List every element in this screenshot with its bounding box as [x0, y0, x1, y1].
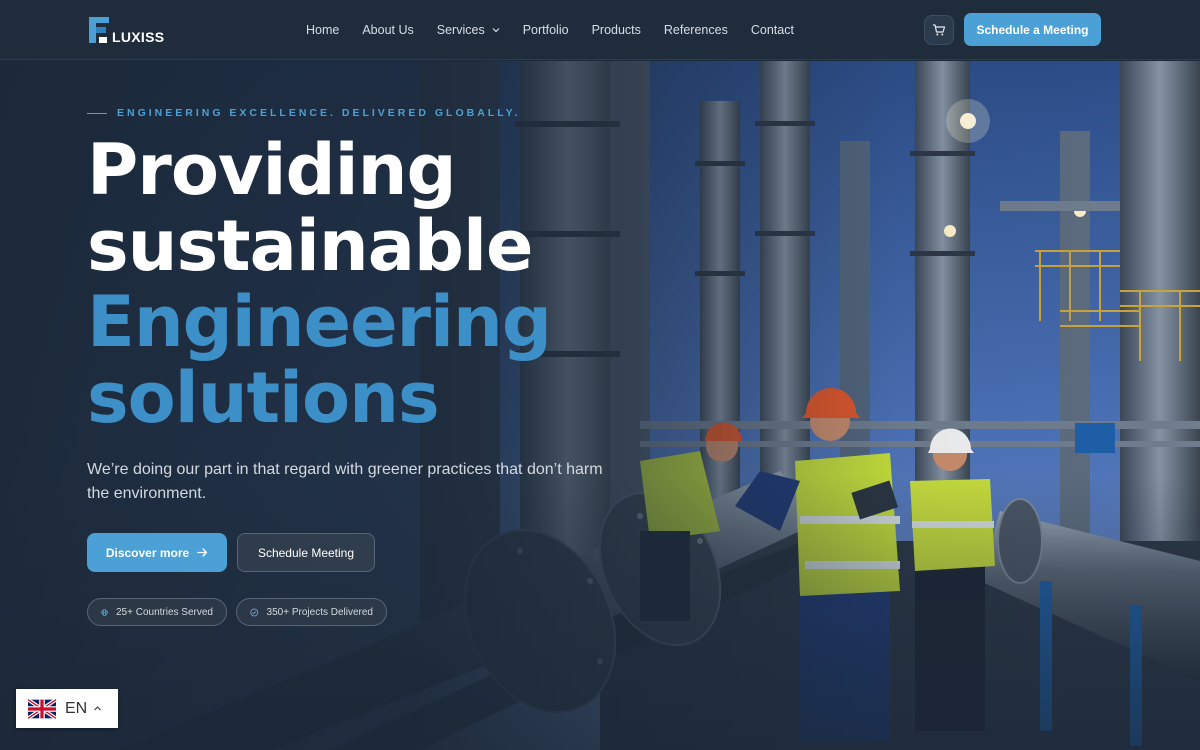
stat-badge-countries: 25+ Countries Served — [87, 598, 227, 626]
nav-item-references[interactable]: References — [664, 23, 728, 37]
uk-flag-icon — [28, 698, 56, 719]
nav-label: Contact — [750, 23, 794, 37]
main-nav: Home About Us Services Portfolio Product… — [306, 0, 817, 60]
site-header: LUXISS Home About Us Services Portfolio … — [0, 0, 1200, 60]
stat-label: 350+ Projects Delivered — [266, 606, 373, 618]
chevron-up-icon — [94, 706, 102, 711]
headline-line-4: solutions — [87, 357, 440, 439]
logo-text: LUXISS — [112, 29, 165, 45]
headline-line-1: Providing — [87, 129, 457, 211]
nav-label: Services — [436, 23, 485, 37]
chevron-down-icon — [492, 28, 500, 33]
eyebrow-text: ENGINEERING EXCELLENCE. DELIVERED GLOBAL… — [117, 107, 521, 119]
nav-label: Portfolio — [522, 23, 569, 37]
nav-label: Products — [591, 23, 641, 37]
hero-subtext: We’re doing our part in that regard with… — [87, 461, 603, 502]
check-circle-icon — [250, 608, 259, 616]
logo-mark-icon — [87, 15, 111, 45]
nav-item-contact[interactable]: Contact — [751, 23, 794, 37]
eyebrow-divider — [87, 112, 107, 114]
headline-line-3: Engineering — [87, 281, 552, 363]
headline-line-2: sustainable — [87, 205, 534, 287]
hero-headline: Providing sustainable Engineering soluti… — [87, 129, 552, 439]
brand-logo[interactable]: LUXISS — [87, 15, 164, 45]
stat-label: 25+ Countries Served — [115, 606, 213, 618]
hero-eyebrow: ENGINEERING EXCELLENCE. DELIVERED GLOBAL… — [87, 107, 520, 119]
discover-more-button[interactable]: Discover more — [87, 533, 227, 572]
nav-item-about-us[interactable]: About Us — [362, 23, 413, 37]
language-code: EN — [65, 699, 88, 717]
nav-label: References — [663, 23, 728, 37]
cart-icon — [933, 24, 946, 36]
schedule-meeting-button[interactable]: Schedule Meeting — [237, 533, 375, 572]
cart-button[interactable] — [924, 15, 954, 45]
nav-label: About Us — [362, 23, 414, 37]
nav-item-home[interactable]: Home — [306, 23, 339, 37]
nav-label: Home — [306, 23, 340, 37]
globe-icon — [101, 608, 108, 616]
schedule-a-meeting-button[interactable]: Schedule a Meeting — [964, 13, 1101, 46]
nav-item-services[interactable]: Services — [437, 23, 500, 37]
discover-more-label: Discover more — [105, 545, 190, 560]
stat-badge-projects: 350+ Projects Delivered — [236, 598, 387, 626]
arrow-right-icon — [197, 548, 208, 557]
nav-item-products[interactable]: Products — [592, 23, 641, 37]
nav-item-portfolio[interactable]: Portfolio — [523, 23, 569, 37]
language-switcher[interactable]: EN — [16, 689, 118, 728]
